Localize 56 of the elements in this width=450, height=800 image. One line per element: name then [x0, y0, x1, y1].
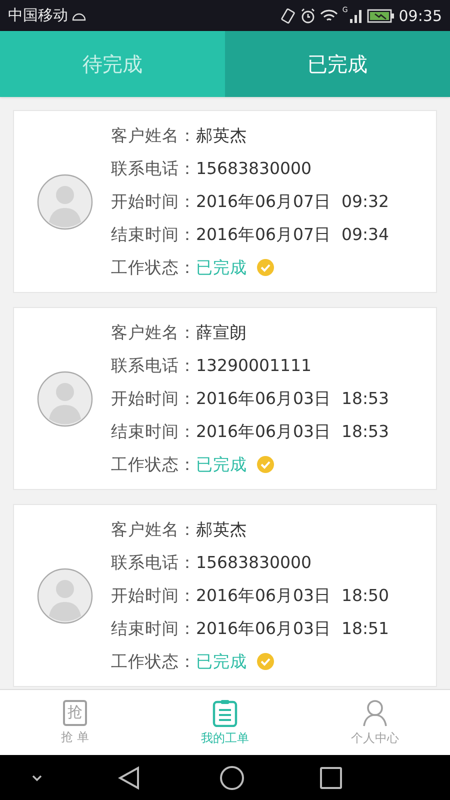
field-label: 结束时间： [111, 420, 196, 442]
chevron-down-icon[interactable] [30, 772, 44, 782]
field-value: 郝英杰 [196, 518, 247, 540]
tab[interactable]: 已完成 [225, 31, 450, 97]
field-value: 15683830000 [196, 159, 312, 178]
field-label: 工作状态： [111, 454, 196, 476]
field-label: 结束时间： [111, 224, 196, 246]
battery-icon [366, 8, 395, 22]
tab[interactable]: 待完成 [0, 31, 225, 97]
field-label: 联系电话： [111, 158, 196, 180]
status-value: 已完成 [196, 256, 247, 278]
field-value: 2016年06月03日 18:53 [196, 420, 390, 442]
avatar-icon [37, 568, 93, 624]
field-label: 客户姓名： [111, 124, 196, 146]
vibrate-icon [280, 8, 296, 24]
status-value: 已完成 [196, 454, 247, 476]
person-icon [361, 698, 389, 726]
order-card[interactable]: 客户姓名：薛宣朗 联系电话：13290001111 开始时间：2016年06月03日 18:53 结束时间：2016年06月03日 18:53 工作状态：已完成 [13, 307, 437, 490]
clock-time: 09:35 [398, 6, 442, 24]
field-label: 结束时间： [111, 618, 196, 640]
field-label: 工作状态： [111, 650, 196, 672]
avatar-icon [37, 370, 93, 426]
field-label: 开始时间： [111, 190, 196, 212]
field-label: 联系电话： [111, 354, 196, 376]
field-value: 郝英杰 [196, 124, 247, 146]
signal-icon [348, 8, 363, 22]
carrier-name: 中国移动 [8, 6, 68, 25]
alarm-icon [300, 8, 316, 24]
grab-icon: 抢 [63, 700, 87, 726]
clipboard-icon [212, 698, 238, 726]
field-value: 15683830000 [196, 553, 312, 572]
field-label: 客户姓名： [111, 322, 196, 344]
recents-icon[interactable] [320, 766, 342, 788]
order-card[interactable]: 客户姓名：郝英杰 联系电话：15683830000 开始时间：2016年06月07日 09:32 结束时间：2016年06月07日 09:34 工作状态：已完成 [13, 110, 437, 293]
field-value: 2016年06月03日 18:53 [196, 388, 390, 410]
field-value: 薛宣朗 [196, 322, 247, 344]
field-label: 联系电话： [111, 552, 196, 574]
field-value: 13290001111 [196, 356, 312, 375]
home-icon[interactable] [220, 766, 244, 790]
field-label: 开始时间： [111, 388, 196, 410]
nav-item[interactable]: 个人中心 [300, 690, 450, 755]
field-label: 开始时间： [111, 584, 196, 606]
order-card[interactable]: 客户姓名：郝英杰 联系电话：15683830000 开始时间：2016年06月03日 18:50 结束时间：2016年06月03日 18:51 工作状态：已完成 [13, 504, 437, 687]
field-label: 工作状态： [111, 256, 196, 278]
field-value: 2016年06月07日 09:34 [196, 224, 390, 246]
avatar-icon [37, 174, 93, 230]
field-value: 2016年06月07日 09:32 [196, 190, 390, 212]
android-icon [72, 10, 86, 20]
field-value: 2016年06月03日 18:50 [196, 584, 390, 606]
field-value: 2016年06月03日 18:51 [196, 618, 390, 640]
nav-item[interactable]: 抢 抢 单 [0, 690, 150, 755]
wifi-icon [320, 8, 338, 22]
back-icon[interactable] [118, 766, 140, 790]
nav-item[interactable]: 我的工单 [150, 690, 300, 755]
status-value: 已完成 [196, 650, 247, 672]
field-label: 客户姓名： [111, 518, 196, 540]
